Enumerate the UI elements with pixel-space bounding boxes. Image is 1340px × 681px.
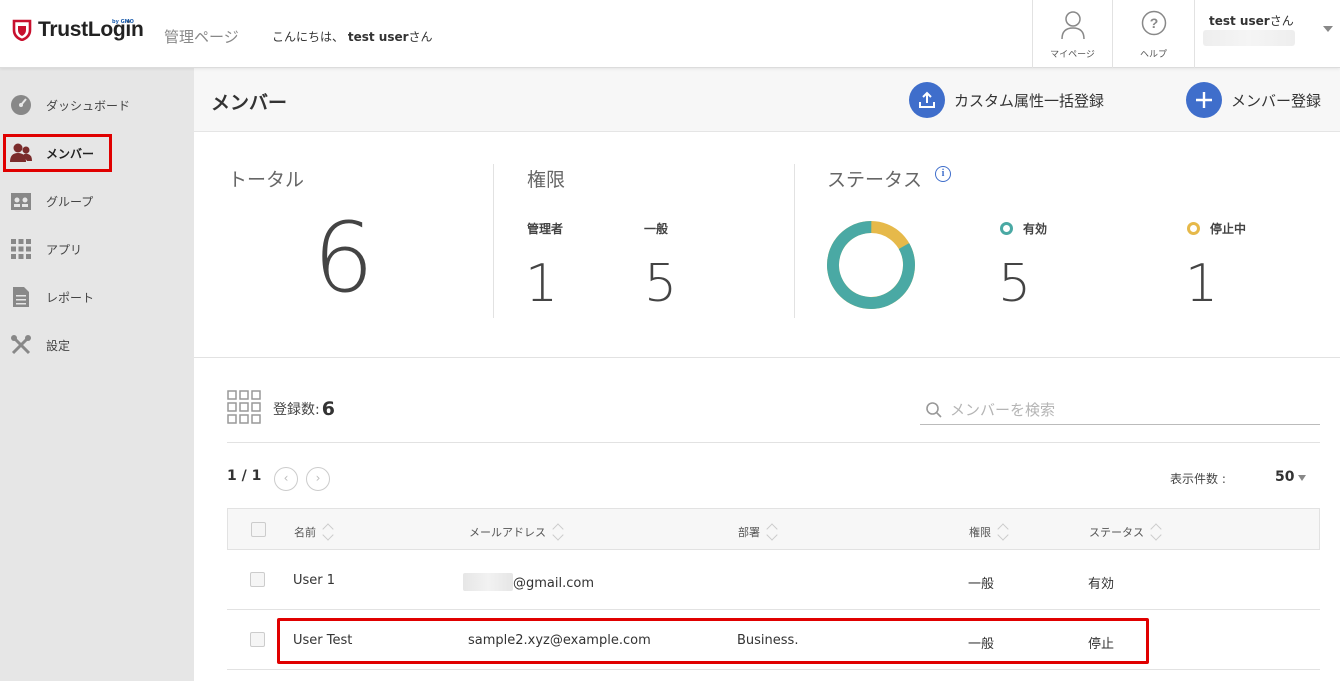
sidebar-item-label: 設定	[46, 338, 71, 353]
top-header: TrustLogin by GMO 管理ページ こんにちは、 test user…	[0, 0, 1340, 68]
sidebar-item-label: レポート	[46, 290, 95, 305]
table-row[interactable]: User 1 @gmail.com 一般 有効	[227, 550, 1320, 610]
donut-active-arc	[827, 221, 915, 309]
mypage-button[interactable]: マイページ	[1032, 0, 1112, 68]
row-checkbox[interactable]	[250, 572, 265, 587]
admin-label: 管理者	[527, 222, 564, 236]
suspended-value: 1	[1185, 254, 1219, 314]
help-button[interactable]: ? ヘルプ	[1112, 0, 1194, 68]
greeting: こんにちは、 test userさん	[272, 30, 433, 44]
info-icon[interactable]: i	[935, 166, 951, 182]
next-page-button[interactable]: ›	[306, 467, 330, 491]
admin-value: 1	[525, 254, 559, 314]
column-header-dept[interactable]: 部署	[738, 522, 778, 542]
user-name: test userさん	[1209, 14, 1294, 28]
svg-text:?: ?	[1149, 15, 1158, 31]
bulk-button-label: カスタム属性一括登録	[954, 91, 1105, 110]
plus-icon	[1186, 82, 1222, 118]
per-page-select[interactable]: 50	[1275, 469, 1294, 485]
row-checkbox[interactable]	[250, 632, 265, 647]
cell-status: 有効	[1088, 577, 1115, 592]
sort-icon	[766, 522, 778, 542]
status-donut-chart	[827, 221, 915, 309]
cell-email: @gmail.com	[463, 573, 594, 591]
active-dot-icon	[1000, 222, 1013, 235]
suspended-dot-icon	[1187, 222, 1200, 235]
status-title: ステータス	[827, 169, 923, 191]
prev-page-button[interactable]: ‹	[274, 467, 298, 491]
shield-logo-icon	[12, 19, 32, 41]
registration-count: 登録数: 6	[273, 398, 335, 420]
apps-icon	[11, 239, 31, 259]
sort-icon	[552, 522, 564, 542]
email-blurred	[463, 573, 513, 591]
suspended-legend: 停止中	[1187, 220, 1246, 237]
list-header: 登録数: 6	[194, 358, 1340, 443]
select-all-checkbox[interactable]	[251, 522, 266, 537]
dashboard-icon	[11, 95, 31, 115]
sidebar-item-label: グループ	[46, 194, 94, 209]
sidebar-item-report[interactable]: レポート	[0, 277, 194, 317]
sidebar-item-group[interactable]: グループ	[0, 181, 194, 221]
main-content: メンバー カスタム属性一括登録 メンバー登録 トータル 6 権限 管理者 一般 …	[194, 68, 1340, 681]
per-page-label: 表示件数 :	[1170, 472, 1226, 486]
search-input[interactable]	[950, 399, 1310, 421]
column-header-status[interactable]: ステータス	[1089, 522, 1162, 542]
general-value: 5	[644, 254, 678, 314]
sidebar-item-label: アプリ	[46, 242, 83, 257]
sidebar-item-dashboard[interactable]: ダッシュボード	[0, 85, 194, 125]
column-header-name[interactable]: 名前	[294, 522, 334, 542]
divider	[493, 164, 494, 318]
group-icon	[11, 193, 31, 210]
divider	[227, 442, 1320, 443]
help-label: ヘルプ	[1139, 50, 1167, 60]
grid-view-icon[interactable]	[227, 390, 261, 424]
mypage-label: マイページ	[1050, 50, 1095, 60]
role-title: 権限	[527, 169, 566, 191]
general-label: 一般	[644, 222, 669, 236]
sort-icon	[997, 522, 1009, 542]
sidebar: ダッシュボード メンバー グループ アプリ レポート 設定	[0, 68, 194, 681]
title-bar: メンバー カスタム属性一括登録 メンバー登録	[194, 68, 1340, 132]
cell-role: 一般	[968, 577, 995, 592]
sidebar-item-apps[interactable]: アプリ	[0, 229, 194, 269]
settings-icon	[11, 335, 31, 355]
user-email-blurred	[1203, 30, 1295, 46]
row-highlight-box	[277, 618, 1149, 664]
stats-panel: トータル 6 権限 管理者 一般 1 5 ステータス i 有効 停止中 5 1	[194, 132, 1340, 358]
chevron-down-icon	[1323, 26, 1333, 32]
table-header: 名前 メールアドレス 部署 権限 ステータス	[227, 508, 1320, 550]
total-title: トータル	[228, 169, 305, 191]
add-member-button[interactable]: メンバー登録	[1186, 82, 1321, 118]
total-value: 6	[313, 202, 375, 314]
admin-page-label: 管理ページ	[164, 28, 239, 46]
divider	[794, 164, 795, 318]
sort-icon	[322, 522, 334, 542]
page-title: メンバー	[211, 92, 288, 114]
upload-icon	[909, 82, 945, 118]
active-legend: 有効	[1000, 220, 1047, 237]
person-icon	[1060, 11, 1085, 40]
help-icon: ?	[1141, 10, 1166, 36]
active-item-highlight	[3, 134, 112, 172]
member-search[interactable]	[920, 395, 1320, 425]
column-header-email[interactable]: メールアドレス	[469, 522, 564, 542]
cell-name[interactable]: User 1	[293, 573, 335, 588]
sidebar-item-settings[interactable]: 設定	[0, 325, 194, 365]
sidebar-item-label: ダッシュボード	[46, 98, 131, 113]
column-header-role[interactable]: 権限	[969, 522, 1009, 542]
active-value: 5	[998, 254, 1032, 314]
sort-icon	[1150, 522, 1162, 542]
bulk-custom-attr-button[interactable]: カスタム属性一括登録	[909, 82, 1104, 118]
search-icon	[926, 402, 942, 418]
chevron-down-icon[interactable]	[1298, 475, 1306, 481]
add-button-label: メンバー登録	[1231, 91, 1322, 110]
user-menu[interactable]: test userさん	[1194, 0, 1340, 68]
report-icon	[13, 287, 29, 307]
logo-sub: by GMO	[112, 19, 134, 25]
page-indicator: 1 / 1	[227, 468, 262, 484]
